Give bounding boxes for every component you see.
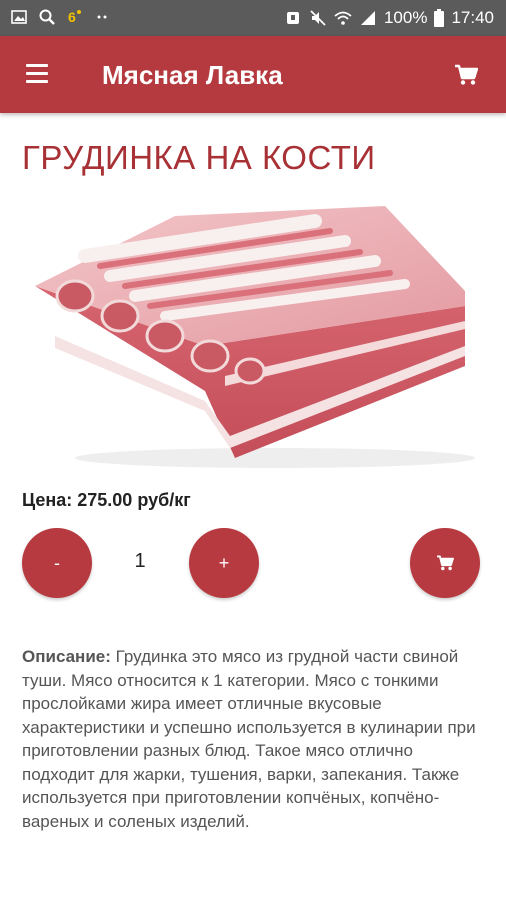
more-icon bbox=[97, 15, 107, 19]
mute-icon bbox=[310, 10, 326, 26]
search-icon bbox=[39, 9, 55, 25]
product-title: ГРУДИНКА НА КОСТИ bbox=[22, 139, 376, 176]
status-right: 100% 17:40 bbox=[284, 8, 494, 28]
hamburger-icon[interactable] bbox=[26, 64, 50, 84]
add-to-cart-button[interactable] bbox=[410, 528, 480, 598]
description-label: Описание: bbox=[22, 647, 111, 666]
battery-percent: 100% bbox=[383, 8, 428, 27]
increase-quantity-button[interactable]: + bbox=[189, 528, 259, 598]
product-image bbox=[35, 206, 475, 468]
svg-text:6: 6 bbox=[68, 9, 76, 25]
app-bar: Мясная Лавка bbox=[0, 36, 506, 113]
product-description: Описание: Грудинка это мясо из грудной ч… bbox=[22, 645, 486, 833]
image-icon bbox=[11, 10, 27, 24]
status-left-icons: 6 bbox=[10, 8, 112, 26]
quantity-value: 1 bbox=[134, 550, 146, 572]
cart-icon[interactable] bbox=[454, 64, 478, 86]
clock: 17:40 bbox=[451, 8, 494, 27]
battery-icon bbox=[434, 9, 445, 27]
wifi-icon bbox=[334, 11, 352, 25]
app-title: Мясная Лавка bbox=[102, 60, 283, 90]
description-text: Грудинка это мясо из грудной части свино… bbox=[22, 647, 476, 831]
notification-icon: 6 bbox=[68, 9, 81, 25]
product-price: Цена: 275.00 руб/кг bbox=[22, 490, 191, 510]
alarm-icon bbox=[286, 12, 299, 24]
signal-icon bbox=[360, 11, 375, 25]
cart-icon bbox=[437, 555, 454, 571]
status-bar: 6 100% 17:40 bbox=[0, 0, 506, 36]
decrease-quantity-button[interactable]: - bbox=[22, 528, 92, 598]
